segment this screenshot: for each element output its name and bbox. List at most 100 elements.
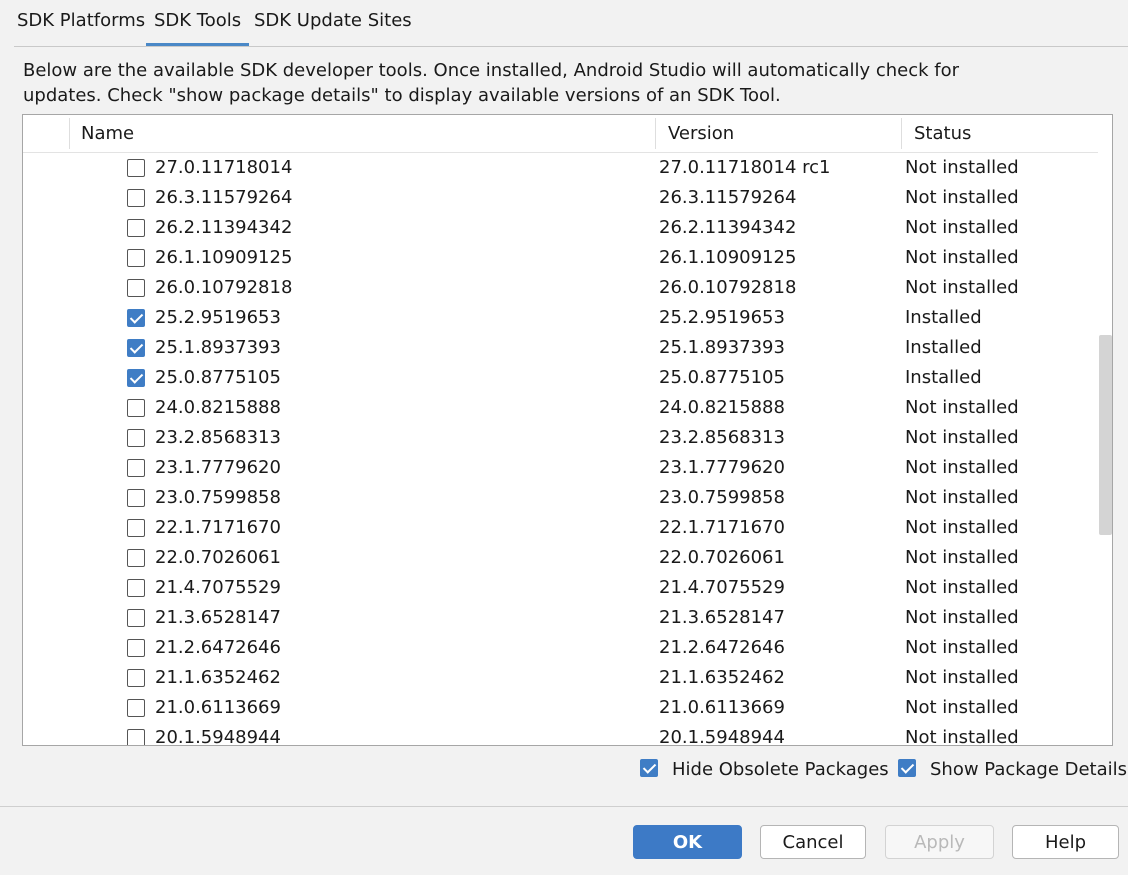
row-name: 21.4.7075529 (155, 577, 281, 598)
table-row[interactable]: 26.3.11579264 26.3.11579264 Not installed (23, 183, 1098, 213)
row-status: Not installed (905, 397, 1019, 418)
row-version: 26.3.11579264 (659, 187, 797, 208)
hide-obsolete-checkbox[interactable] (640, 759, 658, 777)
row-checkbox[interactable] (127, 549, 145, 567)
row-status: Installed (905, 367, 982, 388)
row-checkbox[interactable] (127, 519, 145, 537)
table-row[interactable]: 21.3.6528147 21.3.6528147 Not installed (23, 603, 1098, 633)
table-header: Name Version Status (23, 115, 1098, 153)
table-row[interactable]: 21.1.6352462 21.1.6352462 Not installed (23, 663, 1098, 693)
row-status: Not installed (905, 427, 1019, 448)
table-row[interactable]: 22.0.7026061 22.0.7026061 Not installed (23, 543, 1098, 573)
description-line-2: updates. Check "show package details" to… (23, 85, 781, 106)
column-divider (901, 118, 902, 149)
row-status: Not installed (905, 607, 1019, 628)
row-checkbox[interactable] (127, 279, 145, 297)
row-name: 23.0.7599858 (155, 487, 281, 508)
column-header-status[interactable]: Status (914, 115, 971, 152)
row-checkbox[interactable] (127, 219, 145, 237)
show-details-checkbox[interactable] (898, 759, 916, 777)
row-checkbox[interactable] (127, 309, 145, 327)
tab-sdk-tools[interactable]: SDK Tools (146, 0, 250, 46)
row-status: Not installed (905, 217, 1019, 238)
row-name: 25.1.8937393 (155, 337, 281, 358)
row-version: 21.4.7075529 (659, 577, 785, 598)
row-version: 25.2.9519653 (659, 307, 785, 328)
apply-button[interactable]: Apply (885, 825, 994, 859)
row-version: 25.1.8937393 (659, 337, 785, 358)
table-row[interactable]: 20.1.5948944 20.1.5948944 Not installed (23, 723, 1098, 746)
row-name: 22.1.7171670 (155, 517, 281, 538)
row-checkbox[interactable] (127, 459, 145, 477)
row-checkbox[interactable] (127, 729, 145, 745)
row-status: Not installed (905, 727, 1019, 746)
table-row[interactable]: 27.0.11718014 27.0.11718014 rc1 Not instal… (23, 153, 1098, 183)
row-checkbox[interactable] (127, 699, 145, 717)
sdk-tools-table: Name Version Status 27.0.11718014 27.0.11… (22, 114, 1113, 746)
table-row[interactable]: 26.2.11394342 26.2.11394342 Not installed (23, 213, 1098, 243)
row-status: Not installed (905, 697, 1019, 718)
row-name: 26.1.10909125 (155, 247, 293, 268)
row-version: 20.1.5948944 (659, 727, 785, 746)
row-checkbox[interactable] (127, 429, 145, 447)
footer-divider (0, 806, 1128, 807)
table-row[interactable]: 26.0.10792818 26.0.10792818 Not installed (23, 273, 1098, 303)
show-details-label: Show Package Details (930, 759, 1128, 780)
row-version: 22.1.7171670 (659, 517, 785, 538)
row-version: 26.0.10792818 (659, 277, 797, 298)
row-checkbox[interactable] (127, 579, 145, 597)
tab-sdk-update-sites[interactable]: SDK Update Sites (254, 0, 412, 46)
tab-sdk-platforms[interactable]: SDK Platforms (17, 0, 145, 46)
row-version: 27.0.11718014 rc1 (659, 157, 831, 178)
row-name: 21.1.6352462 (155, 667, 281, 688)
tab-sdk-tools-label: SDK Tools (154, 10, 242, 31)
row-checkbox[interactable] (127, 639, 145, 657)
table-body: 27.0.11718014 27.0.11718014 rc1 Not instal… (23, 153, 1098, 746)
row-name: 26.0.10792818 (155, 277, 293, 298)
row-name: 20.1.5948944 (155, 727, 281, 746)
table-row[interactable]: 26.1.10909125 26.1.10909125 Not installed (23, 243, 1098, 273)
row-status: Installed (905, 307, 982, 328)
cancel-button[interactable]: Cancel (760, 825, 866, 859)
row-version: 26.1.10909125 (659, 247, 797, 268)
row-version: 21.1.6352462 (659, 667, 785, 688)
row-checkbox[interactable] (127, 369, 145, 387)
row-status: Installed (905, 337, 982, 358)
table-row[interactable]: 25.0.8775105 25.0.8775105 Installed (23, 363, 1098, 393)
row-checkbox[interactable] (127, 249, 145, 267)
table-row[interactable]: 23.1.7779620 23.1.7779620 Not installed (23, 453, 1098, 483)
row-version: 26.2.11394342 (659, 217, 797, 238)
row-checkbox[interactable] (127, 339, 145, 357)
row-version: 22.0.7026061 (659, 547, 785, 568)
column-header-version[interactable]: Version (668, 115, 734, 152)
table-row[interactable]: 23.0.7599858 23.0.7599858 Not installed (23, 483, 1098, 513)
tab-bar: SDK Platforms SDK Tools SDK Update Sites (0, 0, 1128, 46)
row-checkbox[interactable] (127, 609, 145, 627)
column-divider (655, 118, 656, 149)
ok-button[interactable]: OK (633, 825, 742, 859)
row-status: Not installed (905, 517, 1019, 538)
table-row[interactable]: 21.0.6113669 21.0.6113669 Not installed (23, 693, 1098, 723)
row-status: Not installed (905, 667, 1019, 688)
table-row[interactable]: 24.0.8215888 24.0.8215888 Not installed (23, 393, 1098, 423)
row-status: Not installed (905, 457, 1019, 478)
row-checkbox[interactable] (127, 159, 145, 177)
row-checkbox[interactable] (127, 399, 145, 417)
row-checkbox[interactable] (127, 669, 145, 687)
row-status: Not installed (905, 577, 1019, 598)
scrollbar-thumb[interactable] (1099, 335, 1112, 535)
row-status: Not installed (905, 487, 1019, 508)
help-button[interactable]: Help (1012, 825, 1119, 859)
table-row[interactable]: 22.1.7171670 22.1.7171670 Not installed (23, 513, 1098, 543)
row-version: 21.2.6472646 (659, 637, 785, 658)
table-row[interactable]: 21.2.6472646 21.2.6472646 Not installed (23, 633, 1098, 663)
table-row[interactable]: 25.1.8937393 25.1.8937393 Installed (23, 333, 1098, 363)
table-row[interactable]: 21.4.7075529 21.4.7075529 Not installed (23, 573, 1098, 603)
row-name: 26.3.11579264 (155, 187, 293, 208)
row-version: 23.1.7779620 (659, 457, 785, 478)
table-row[interactable]: 25.2.9519653 25.2.9519653 Installed (23, 303, 1098, 333)
column-header-name[interactable]: Name (81, 115, 134, 152)
row-checkbox[interactable] (127, 189, 145, 207)
table-row[interactable]: 23.2.8568313 23.2.8568313 Not installed (23, 423, 1098, 453)
row-checkbox[interactable] (127, 489, 145, 507)
